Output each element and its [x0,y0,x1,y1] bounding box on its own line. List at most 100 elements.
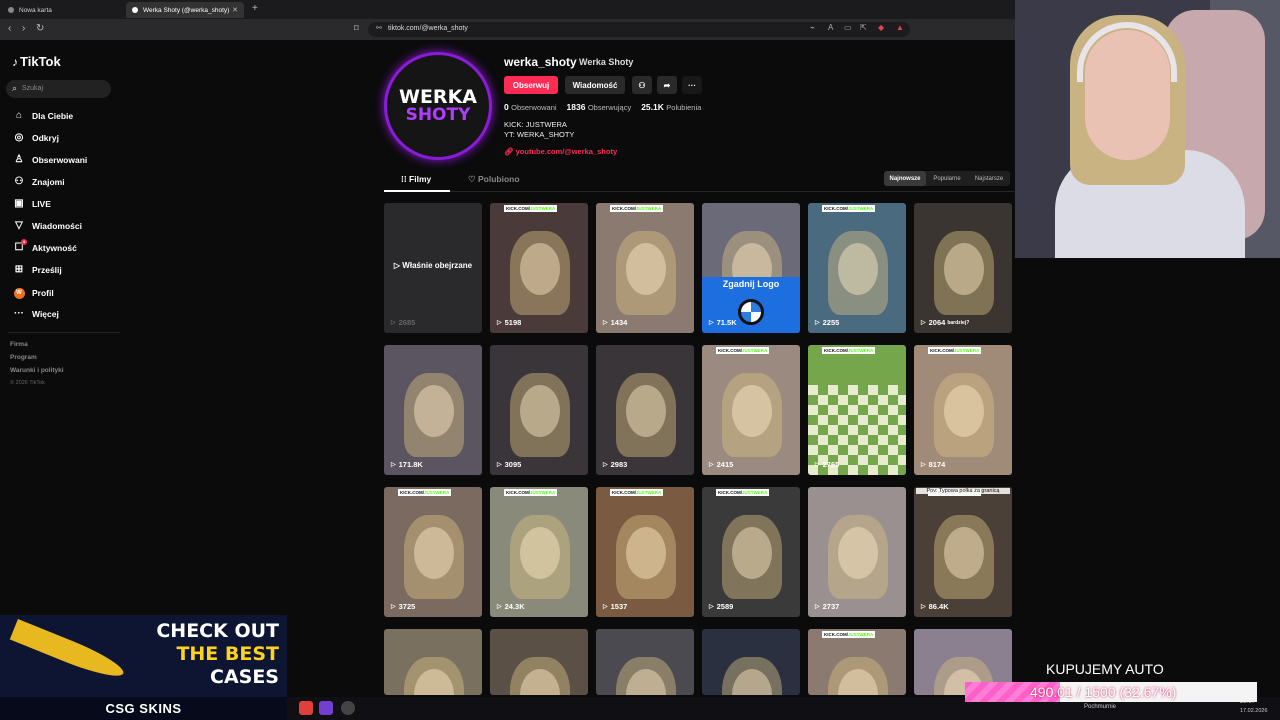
video-card[interactable]: ▷ 171.8K [384,345,482,475]
video-card[interactable]: KICK.COM/JUSTWERA ▷ 1537 [596,487,694,617]
message-button[interactable]: Wiadomość [565,76,625,94]
video-card[interactable]: ▷ Właśnie obejrzane ▷ 2685 [384,203,482,333]
video-card[interactable] [702,629,800,695]
more-options-button[interactable]: ··· [682,76,702,94]
forward-icon[interactable]: › [22,23,25,34]
footer-link-company[interactable]: Firma [10,341,28,348]
kick-label: JUSTWERA [530,206,556,211]
stat-followers[interactable]: 1836 Obserwujący [567,102,642,112]
kick-label: JUSTWERA [742,348,768,353]
video-card[interactable]: KICK.COM/JUSTWERA ▷ 24.3K [490,487,588,617]
reload-icon[interactable]: ↻ [36,23,44,34]
thumbnail-face [414,385,454,437]
sidebar-item-following[interactable]: ♙ Obserwowani [12,154,88,165]
app-taskbar-icon[interactable] [319,701,333,715]
video-card[interactable]: KICK.COM/JUSTWERA [808,629,906,695]
kick-watermark: KICK.COM/JUSTWERA [928,347,982,354]
tab-new[interactable]: Nowa karta [2,2,122,18]
video-card[interactable] [596,629,694,695]
sidebar-item-live[interactable]: ▣ LIVE [12,198,51,209]
sidebar-item-explore[interactable]: ◎ Odkryj [12,132,59,143]
sidebar-item-upload[interactable]: ⊞ Prześlij [12,264,62,275]
profile-link[interactable]: 🔗︎ youtube.com/@werka_shoty [504,147,617,156]
video-card[interactable]: KICK.COM/JUSTWERA ▷ 2255 [808,203,906,333]
sidebar-item-label: Znajomi [32,176,65,187]
sidebar-item-activity[interactable]: ☐ 4 Aktywność [12,239,77,253]
tab-videos[interactable]: ⁞⁞ Filmy [401,174,431,184]
share-arrow-icon: ➦ [663,80,671,90]
live-icon: ▣ [14,198,24,209]
tab-favicon-icon [8,7,14,13]
video-card[interactable]: Zgadnij Logo ▷ 71.5K [702,203,800,333]
kick-label: JUSTWERA [636,490,662,495]
video-card[interactable]: ▷ 3095 [490,345,588,475]
play-icon: ▷ [391,462,396,468]
view-count: ▷ 2415 [709,460,733,469]
sidebar-item-friends[interactable]: ⚇ Znajomi [12,176,65,187]
view-count-value: 2737 [822,602,840,611]
follow-button[interactable]: Obserwuj [504,76,558,94]
footer-link-program[interactable]: Program [10,354,37,361]
kick-label: KICK.COM/ [612,206,636,211]
view-count: ▷ 3725 [391,602,415,611]
screen-icon[interactable]: ▭ [844,23,852,32]
goal-progress-bar: 490.01 / 1500 (32.67%) [965,682,1257,702]
kick-label: KICK.COM/ [824,206,848,211]
sort-popular[interactable]: Popularne [926,171,968,186]
video-card[interactable]: ▷ 2737 [808,487,906,617]
thumbnail-face [838,527,878,579]
sidebar-item-for-you[interactable]: ⌂ Dla Ciebie [12,110,73,121]
video-card[interactable]: KICK.COM/JUSTWERA ▷ 8174 [914,345,1012,475]
close-tab-icon[interactable]: ✕ [232,6,238,14]
sidebar-item-profile[interactable]: W Profil [12,286,54,299]
search-input[interactable]: ⌕ Szukaj [6,80,111,98]
tab-liked[interactable]: ♡ Polubiono [468,174,520,185]
profile-avatar[interactable]: WERKA SHOTY [384,52,492,160]
ad-line: CHECK OUT [156,620,279,642]
share-profile-button[interactable]: ➦ [657,76,677,94]
new-tab-button[interactable]: + [252,3,258,14]
video-card[interactable]: ▷ 2983 [596,345,694,475]
obs-taskbar-icon[interactable] [341,701,355,715]
brave-taskbar-icon[interactable] [299,701,313,715]
video-card[interactable]: KICK.COM/JUSTWERA ▷ 2765 [808,345,906,475]
site-info-icon[interactable]: ⚯ [376,24,382,32]
read-aloud-icon[interactable]: A [828,23,833,32]
kick-label: JUSTWERA [742,490,768,495]
brave-shield-icon[interactable]: ◆ [878,23,884,32]
stat-label: Obserwujący [587,103,632,112]
video-card[interactable]: KICK.COM/JUSTWERA ▷ 1434 [596,203,694,333]
video-card[interactable]: KICK.COM/JUSTWERA ▷ 2589 [702,487,800,617]
kick-label: KICK.COM/ [718,348,742,353]
watched-overlay: ▷ Właśnie obejrzane [384,261,482,270]
tab-tiktok[interactable]: Werka Shoty (@werka_shoty) | T ✕ [126,2,244,18]
sort-oldest[interactable]: Najstarsze [968,171,1010,186]
brave-rewards-icon[interactable]: ▲ [896,23,904,32]
kick-watermark: KICK.COM/JUSTWERA [398,489,452,496]
share-icon[interactable]: ⇱ [860,23,867,32]
tiktok-logo[interactable]: ♪ TikTok [12,54,61,69]
video-card[interactable]: ▷ 2064 bardziej? [914,203,1012,333]
stat-following[interactable]: 0 Obserwowani [504,102,567,112]
video-card[interactable]: KICK.COM/JUSTWERA ▷ 2415 [702,345,800,475]
kick-watermark: KICK.COM/JUSTWERA [716,489,770,496]
sidebar-item-more[interactable]: ··· Więcej [12,308,59,319]
back-icon[interactable]: ‹ [8,23,11,34]
sort-latest[interactable]: Najnowsze [884,171,926,186]
ad-line: CASES [210,666,279,688]
bookmark-icon[interactable]: ⌑ [354,23,359,34]
footer-link-terms[interactable]: Warunki i polityki [10,367,64,374]
video-card[interactable]: KICK.COM/JUSTWERA ▷ 5198 [490,203,588,333]
view-count: ▷ 2255 [815,318,839,327]
view-count: ▷ 5198 [497,318,521,327]
sidebar-item-label: Obserwowani [32,154,88,165]
video-card[interactable] [384,629,482,695]
video-card[interactable]: KICK.COM/JUSTWERA ▷ 3725 [384,487,482,617]
translate-icon[interactable]: ⌁ [810,23,815,32]
video-card[interactable] [490,629,588,695]
sidebar-item-messages[interactable]: ▽ Wiadomości [12,220,82,231]
clock-date[interactable]: 17.02.2026 [1240,708,1268,714]
add-friend-button[interactable]: ⚇ [632,76,652,94]
video-card[interactable]: KICK.COM/JUSTWERAPov: Typowa polka za gr… [914,487,1012,617]
logo-text: TikTok [20,54,61,69]
